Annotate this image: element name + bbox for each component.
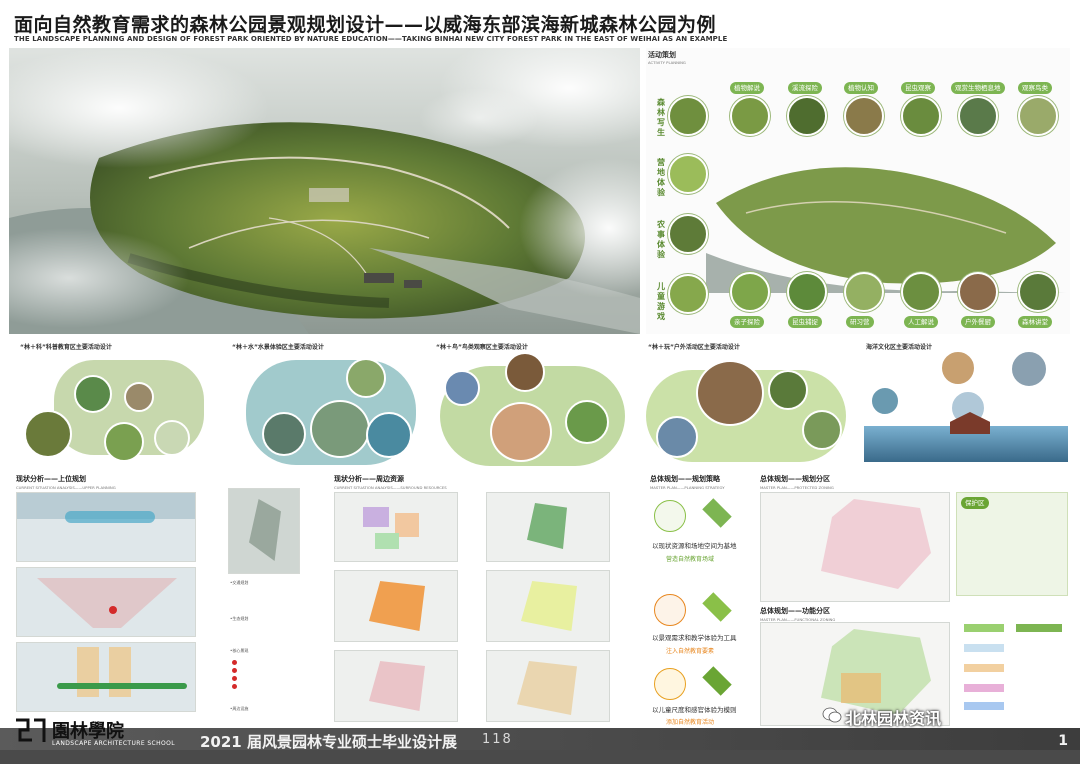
- page-title: 面向自然教育需求的森林公园景观规划设计——以威海东部滨海新城森林公园为例: [14, 14, 717, 36]
- tag-forest-lecture: 森林讲堂: [1018, 316, 1052, 328]
- note-facility: •周边设施: [230, 706, 249, 711]
- strategy-icon-3: [654, 668, 686, 700]
- map-site: [228, 488, 300, 574]
- upper-planning-title: 现状分析——上位规划: [16, 475, 86, 483]
- tag-plant-know: 植物认知: [844, 82, 878, 94]
- protect-zoning-sub: MASTER PLAN——PROTECTED ZONING: [760, 485, 834, 490]
- panel-water: “林＋水”水景体验区主要活动设计: [226, 340, 416, 466]
- school-logo-icon: [16, 718, 46, 742]
- note-traffic: •交通规划: [230, 580, 249, 585]
- tag-human-interpretation: 人工解说: [904, 316, 938, 328]
- aerial-image: [9, 48, 640, 334]
- map-surround-2: [334, 570, 458, 642]
- surround-title: 现状分析——周边资源: [334, 475, 404, 483]
- func-zoning-title: 总体规划——功能分区: [760, 607, 830, 615]
- page-subtitle-en: THE LANDSCAPE PLANNING AND DESIGN OF FOR…: [14, 35, 728, 43]
- label-farming: 农事体验: [657, 220, 665, 259]
- photo-circle: [730, 272, 770, 312]
- photo-circle: [901, 272, 941, 312]
- page-number: 1: [1058, 733, 1068, 749]
- map-upper-2: [16, 567, 196, 637]
- exhibit-title: 2021 届风景园林专业硕士毕业设计展: [200, 733, 457, 751]
- note-eco: •生态规划: [230, 616, 249, 621]
- protect-zoning-title: 总体规划——规划分区: [760, 475, 830, 483]
- label-kids-game: 儿童游戏: [657, 282, 665, 321]
- strategy-block-1: [702, 498, 732, 528]
- activity-subtitle: ACTIVITY PLANNING: [648, 60, 686, 65]
- panel-science: “林＋科”科普教育区主要活动设计: [14, 340, 214, 466]
- exhibit-number: 118: [482, 732, 513, 747]
- photo-circle: [730, 96, 770, 136]
- label-camp: 营地体验: [657, 158, 665, 197]
- panel-ocean-title: 海洋文化区主要活动设计: [866, 344, 933, 351]
- tag-outdoor-kitchen: 户外餐厨: [961, 316, 995, 328]
- map-surround-3: [334, 650, 458, 722]
- strategy-accent-3: 添加自然教育活动: [666, 719, 715, 726]
- map-protect-zoning: [760, 492, 950, 602]
- strategy-text-1: 以现状资源和场地空间为基地: [652, 542, 737, 550]
- map-surround-5: [486, 570, 610, 642]
- activity-planning-panel: 活动策划 ACTIVITY PLANNING 森林写生 营地体验 农事体验 儿童…: [646, 48, 1070, 334]
- photo-circle: [901, 96, 941, 136]
- protect-note-box: 保护区: [956, 492, 1068, 596]
- upper-planning-sub: CURRENT SITUATION ANALYSIS——UPPER PLANNI…: [16, 485, 116, 490]
- photo-circle: [668, 274, 708, 314]
- tag-insect: 昆虫观察: [901, 82, 935, 94]
- strategy-text-3: 以儿童尺度和感官体验为模则: [652, 706, 737, 714]
- photo-circle: [668, 214, 708, 254]
- tag-plant-interpretation: 植物解说: [730, 82, 764, 94]
- tag-bird: 观察鸟类: [1018, 82, 1052, 94]
- tag-family-explore: 亲子探险: [730, 316, 764, 328]
- photo-circle: [958, 272, 998, 312]
- photo-circle: [1018, 272, 1058, 312]
- photo-circle: [787, 96, 827, 136]
- map-surround-1: [334, 492, 458, 562]
- strategy-icon-1: [654, 500, 686, 532]
- wechat-icon: [822, 707, 842, 723]
- map-upper-3: [16, 642, 196, 712]
- photo-circle: [844, 272, 884, 312]
- label-forest-sketch: 森林写生: [657, 98, 665, 137]
- strategy-title: 总体规划——规划策略: [650, 475, 720, 483]
- strategy-block-2: [702, 592, 732, 622]
- map-surround-6: [486, 650, 610, 722]
- wechat-watermark: 北林园林资讯: [845, 709, 942, 728]
- strategy-accent-2: 注入自然教育要素: [666, 648, 715, 655]
- photo-circle: [1018, 96, 1058, 136]
- tag-stream: 溪流探险: [788, 82, 822, 94]
- tag-study-camp: 研习营: [846, 316, 874, 328]
- panel-ocean: 海洋文化区主要活动设计: [860, 340, 1072, 466]
- photo-circle: [958, 96, 998, 136]
- tag-insect-catch: 昆虫捕捉: [788, 316, 822, 328]
- note-core: •核心景观: [230, 648, 249, 653]
- map-surround-4: [486, 492, 610, 562]
- map-upper-1: [16, 492, 196, 562]
- strategy-icon-2: [654, 594, 686, 626]
- strategy-accent-1: 营造自然教育场域: [666, 556, 715, 563]
- panel-science-title: “林＋科”科普教育区主要活动设计: [20, 344, 112, 351]
- photo-circle: [668, 154, 708, 194]
- strategy-text-2: 以景观需求和教学体验为工具: [652, 634, 737, 642]
- photo-circle: [787, 272, 827, 312]
- panel-water-title: “林＋水”水景体验区主要活动设计: [232, 344, 324, 351]
- strategy-sub: MASTER PLAN——PLANNING STRATEGY: [650, 485, 725, 490]
- panel-play: “林＋玩”户外活动区主要活动设计: [642, 340, 850, 466]
- activity-aerial: [706, 167, 1066, 293]
- tag-habitat: 观赏生物栖息地: [951, 82, 1005, 94]
- panel-bird: “林＋鸟”鸟类观察区主要活动设计: [430, 340, 630, 466]
- aerial-rendering: [9, 48, 640, 334]
- photo-circle: [668, 96, 708, 136]
- surround-sub: CURRENT SITUATION ANALYSIS——SURROUND RES…: [334, 485, 447, 490]
- photo-circle: [844, 96, 884, 136]
- strategy-block-3: [702, 666, 732, 696]
- panel-bird-title: “林＋鸟”鸟类观察区主要活动设计: [436, 344, 528, 351]
- school-logo-en: LANDSCAPE ARCHITECTURE SCHOOL: [52, 740, 176, 747]
- panel-play-title: “林＋玩”户外活动区主要活动设计: [648, 344, 740, 351]
- activity-title: 活动策划: [648, 51, 676, 59]
- protect-tag: 保护区: [961, 497, 989, 509]
